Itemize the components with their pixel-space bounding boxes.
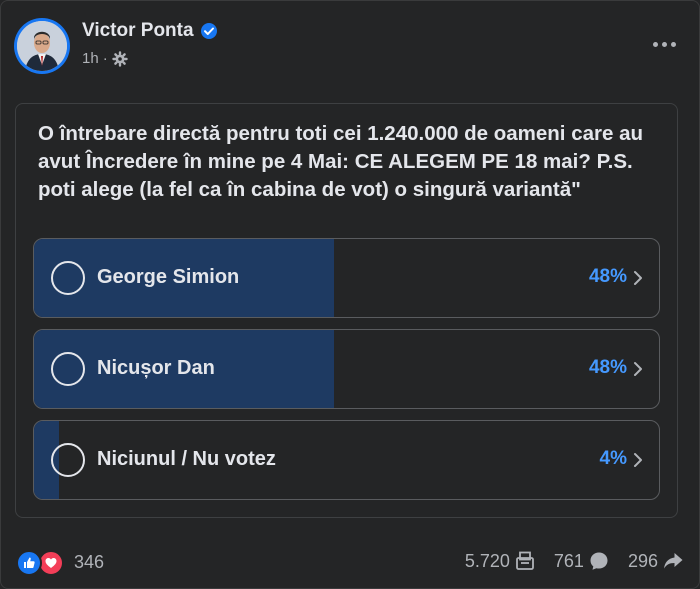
poll-votes-icon	[516, 551, 534, 570]
poll-option-label: Niciunul / Nu votez	[97, 448, 276, 470]
reaction-count[interactable]: 346	[74, 552, 104, 573]
radio-button[interactable]	[51, 443, 85, 477]
chevron-right-icon	[634, 453, 642, 467]
poll-option-george-simion[interactable]: George Simion 48%	[33, 238, 660, 318]
post-footer: 346 5.720 761 296	[16, 548, 684, 580]
comment-icon	[590, 552, 608, 570]
author-name-row: Victor Ponta	[82, 20, 218, 42]
reaction-icons[interactable]	[16, 550, 68, 576]
poll-option-percent: 4%	[599, 448, 627, 469]
author-name[interactable]: Victor Ponta	[82, 20, 194, 42]
more-options-dot	[661, 41, 667, 47]
shares-count: 296	[627, 550, 658, 571]
shares-stat[interactable]: 296	[628, 550, 684, 572]
chevron-right-icon	[634, 362, 642, 376]
more-options-dot	[670, 41, 676, 47]
poll-votes-stat[interactable]: 5.720	[465, 550, 536, 572]
more-options-dot	[652, 41, 658, 47]
comments-count: 761	[553, 550, 584, 571]
more-options-button[interactable]	[646, 26, 682, 62]
avatar[interactable]	[14, 18, 70, 74]
avatar-portrait-icon	[17, 21, 67, 71]
poll-card: O întrebare directă pentru toti cei 1.24…	[15, 103, 678, 518]
poll-votes-count: 5.720	[464, 550, 510, 571]
post-meta: 1h ·	[82, 50, 218, 67]
post-time[interactable]: 1h	[82, 50, 99, 67]
radio-button[interactable]	[51, 261, 85, 295]
verified-badge-icon	[200, 23, 217, 39]
comments-stat[interactable]: 761	[554, 550, 610, 572]
poll-option-nicusor-dan[interactable]: Nicușor Dan 48%	[33, 329, 660, 409]
author-block: Victor Ponta 1h ·	[82, 20, 218, 67]
poll-question: O întrebare directă pentru toti cei 1.24…	[38, 122, 643, 201]
poll-option-percent: 48%	[588, 266, 627, 287]
engagement-stats: 5.720 761 296	[465, 550, 684, 572]
post-header: Victor Ponta 1h ·	[14, 16, 686, 76]
like-reaction-icon	[16, 550, 42, 576]
meta-separator: ·	[102, 50, 108, 67]
avatar-photo	[17, 21, 67, 71]
poll-option-niciunul[interactable]: Niciunul / Nu votez 4%	[33, 420, 660, 500]
share-icon	[664, 553, 683, 569]
poll-option-label: Nicușor Dan	[97, 357, 215, 379]
gear-icon[interactable]	[111, 50, 128, 67]
poll-option-label: George Simion	[97, 266, 240, 288]
chevron-right-icon	[634, 271, 642, 285]
radio-button[interactable]	[51, 352, 85, 386]
poll-option-percent: 48%	[588, 357, 627, 378]
